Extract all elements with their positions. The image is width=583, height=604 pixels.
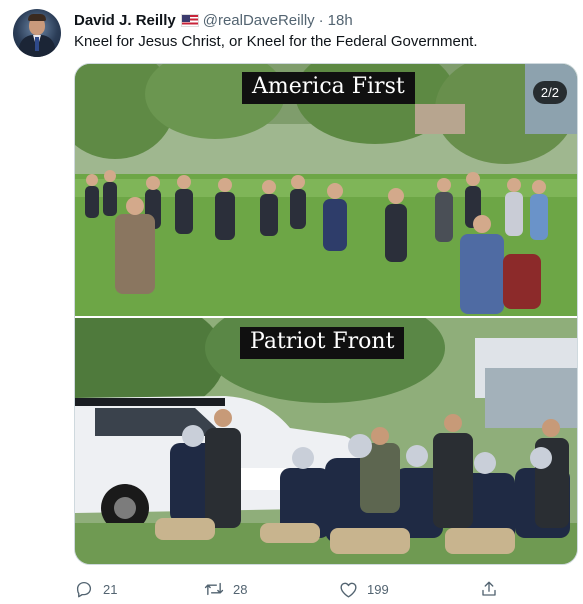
avatar[interactable] — [13, 9, 61, 57]
tweet-header: David J. Reilly @realDaveReilly · 18h — [74, 10, 353, 30]
like-button[interactable]: 199 — [338, 577, 389, 601]
share-button[interactable] — [479, 577, 499, 601]
reply-button[interactable]: 21 — [74, 577, 117, 601]
caption-america-first: America First — [242, 72, 415, 104]
author-name[interactable]: David J. Reilly — [74, 12, 176, 29]
separator-dot: · — [318, 11, 324, 29]
author-handle[interactable]: @realDaveReilly — [203, 12, 315, 29]
avatar-tie — [35, 37, 39, 51]
tweet-text: Kneel for Jesus Christ, or Kneel for the… — [74, 33, 478, 50]
tweet-card[interactable]: David J. Reilly @realDaveReilly · 18h Kn… — [0, 0, 583, 604]
like-count: 199 — [367, 581, 389, 597]
photo-kneeling-park[interactable]: America First 2/2 — [75, 64, 577, 316]
heart-icon — [338, 579, 358, 599]
photo-restrained-group[interactable]: Patriot Front — [75, 318, 577, 564]
retweet-icon — [204, 579, 224, 599]
reply-icon — [74, 579, 94, 599]
media-counter-badge: 2/2 — [532, 81, 567, 104]
us-flag-icon — [180, 13, 199, 27]
avatar-hair — [28, 14, 46, 21]
reply-count: 21 — [103, 581, 118, 597]
caption-patriot-front: Patriot Front — [240, 327, 405, 359]
tweet-actions: 21 28 199 — [74, 577, 524, 601]
tweet-media[interactable]: America First 2/2 Patriot Front — [74, 63, 578, 565]
share-icon — [479, 579, 499, 599]
retweet-button[interactable]: 28 — [204, 577, 247, 601]
tweet-timestamp[interactable]: 18h — [328, 12, 353, 29]
retweet-count: 28 — [233, 581, 248, 597]
